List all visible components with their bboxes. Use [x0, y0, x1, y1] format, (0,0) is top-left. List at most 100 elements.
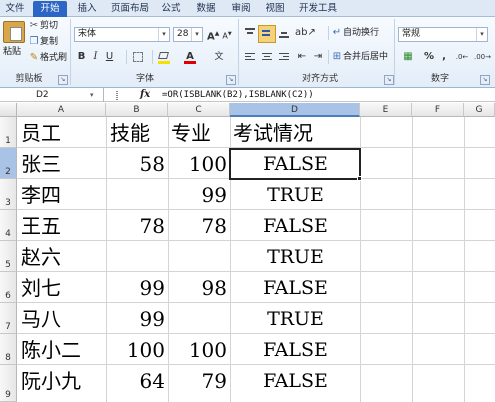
cell-c3[interactable]: 99 [170, 181, 227, 211]
font-size-select[interactable]: 28 ▾ [173, 27, 203, 42]
cell-a3[interactable]: 李四 [21, 181, 105, 211]
fill-handle[interactable] [357, 176, 362, 181]
align-bottom-icon[interactable] [277, 26, 291, 40]
wrap-text-button[interactable]: 自动换行 [343, 26, 379, 40]
cell-a2[interactable]: 张三 [21, 150, 105, 180]
column-header-g[interactable]: G [464, 103, 495, 117]
align-left-icon[interactable] [243, 50, 257, 64]
fill-color-icon[interactable] [157, 50, 171, 64]
cell-c2[interactable]: 100 [170, 150, 227, 180]
italic-icon[interactable]: I [90, 50, 101, 64]
column-header-c[interactable]: C [168, 103, 230, 117]
cell-c1[interactable]: 专业 [171, 119, 229, 149]
row-header[interactable]: 2 [0, 148, 17, 179]
bold-icon[interactable]: B [76, 50, 87, 64]
increase-indent-icon[interactable]: ⇥ [311, 50, 325, 64]
underline-icon[interactable]: U [104, 50, 115, 64]
cell-b3[interactable] [108, 181, 165, 211]
phonetic-icon[interactable]: 文 [212, 50, 226, 64]
font-color-icon[interactable]: A [183, 50, 197, 64]
column-header-a[interactable]: A [17, 103, 106, 117]
tab-developer[interactable]: 开发工具 [296, 1, 340, 17]
cell-d7[interactable]: TRUE [231, 305, 360, 335]
format-painter-button[interactable]: 格式刷 [40, 51, 67, 65]
number-launcher-icon[interactable]: ↘ [480, 75, 490, 85]
tab-view[interactable]: 视图 [262, 1, 288, 17]
cell-b1[interactable]: 技能 [110, 119, 168, 149]
cell-b8[interactable]: 100 [108, 336, 165, 366]
copy-button[interactable]: 复制 [40, 35, 58, 49]
decrease-indent-icon[interactable]: ⇤ [295, 50, 309, 64]
cell-d9[interactable]: FALSE [231, 367, 360, 397]
cell-d5[interactable]: TRUE [231, 243, 360, 273]
column-header-f[interactable]: F [412, 103, 464, 117]
currency-icon[interactable]: ▦ [399, 50, 417, 64]
decrease-decimal-icon[interactable]: .00→ [474, 50, 491, 64]
align-top-icon[interactable] [243, 26, 257, 40]
cell-a8[interactable]: 陈小二 [21, 336, 105, 366]
merge-icon[interactable]: ⊞ [331, 50, 343, 64]
copy-icon[interactable]: ❐ [29, 35, 39, 49]
wrap-text-icon[interactable]: ↵ [331, 26, 343, 40]
paste-icon[interactable] [3, 21, 25, 43]
cell-a5[interactable]: 赵六 [21, 243, 105, 273]
cell-c7[interactable] [170, 305, 227, 335]
align-middle-icon[interactable] [258, 25, 276, 43]
select-all-corner[interactable] [0, 103, 17, 117]
cell-b6[interactable]: 99 [108, 274, 165, 304]
alignment-launcher-icon[interactable]: ↘ [384, 75, 394, 85]
cell-d4[interactable]: FALSE [231, 212, 360, 242]
cell-d1[interactable]: 考试情况 [233, 119, 359, 149]
row-header[interactable]: 9 [0, 365, 17, 402]
cell-b2[interactable]: 58 [108, 150, 165, 180]
cell-d3[interactable]: TRUE [231, 181, 360, 211]
cell-d8[interactable]: FALSE [231, 336, 360, 366]
name-box[interactable]: D2 ▾ [0, 88, 104, 102]
column-header-d[interactable]: D [230, 103, 360, 117]
align-right-icon[interactable] [277, 50, 291, 64]
font-name-select[interactable]: 宋体 ▾ [74, 27, 170, 42]
paste-button-label[interactable]: 粘贴 [3, 45, 21, 59]
border-icon[interactable] [131, 50, 145, 64]
grow-font-icon[interactable]: A▲ [207, 27, 219, 42]
tab-page-layout[interactable]: 页面布局 [108, 1, 152, 17]
cell-a9[interactable]: 阮小九 [21, 367, 105, 397]
cell-b4[interactable]: 78 [108, 212, 165, 242]
tab-formulas[interactable]: 公式 [158, 1, 184, 17]
text-direction-icon[interactable]: ab↗ [295, 26, 316, 40]
merge-center-button[interactable]: 合并后居中 [343, 50, 388, 64]
cell-c9[interactable]: 79 [170, 367, 227, 397]
fx-icon[interactable]: fx [140, 88, 150, 102]
clipboard-launcher-icon[interactable]: ↘ [58, 75, 68, 85]
splitter-handle[interactable] [116, 91, 118, 100]
cell-b5[interactable] [108, 243, 165, 273]
cell-d6[interactable]: FALSE [231, 274, 360, 304]
cell-a1[interactable]: 员工 [21, 119, 105, 149]
row-header[interactable]: 4 [0, 210, 17, 241]
number-format-select[interactable]: 常规 ▾ [398, 27, 488, 42]
tab-data[interactable]: 数据 [193, 1, 219, 17]
scissors-icon[interactable]: ✂ [29, 19, 39, 33]
cut-button[interactable]: 剪切 [40, 19, 58, 33]
row-header[interactable]: 8 [0, 334, 17, 365]
tab-file[interactable]: 文件 [2, 1, 28, 17]
cell-b7[interactable]: 99 [108, 305, 165, 335]
cell-c8[interactable]: 100 [170, 336, 227, 366]
cell-a7[interactable]: 马八 [21, 305, 105, 335]
align-center-icon[interactable] [260, 50, 274, 64]
row-header[interactable]: 3 [0, 179, 17, 210]
cell-c6[interactable]: 98 [170, 274, 227, 304]
cell-c4[interactable]: 78 [170, 212, 227, 242]
percent-icon[interactable]: % [423, 50, 435, 64]
tab-home[interactable]: 开始 [33, 1, 67, 17]
cell-a6[interactable]: 刘七 [21, 274, 105, 304]
formula-input[interactable]: =OR(ISBLANK(B2),ISBLANK(C2)) [162, 88, 314, 102]
font-launcher-icon[interactable]: ↘ [226, 75, 236, 85]
increase-decimal-icon[interactable]: .0← [454, 50, 470, 64]
cell-a4[interactable]: 王五 [21, 212, 105, 242]
cell-b9[interactable]: 64 [108, 367, 165, 397]
tab-insert[interactable]: 插入 [74, 1, 100, 17]
row-header[interactable]: 6 [0, 272, 17, 303]
row-header[interactable]: 7 [0, 303, 17, 334]
chevron-down-icon[interactable]: ▾ [90, 88, 94, 102]
